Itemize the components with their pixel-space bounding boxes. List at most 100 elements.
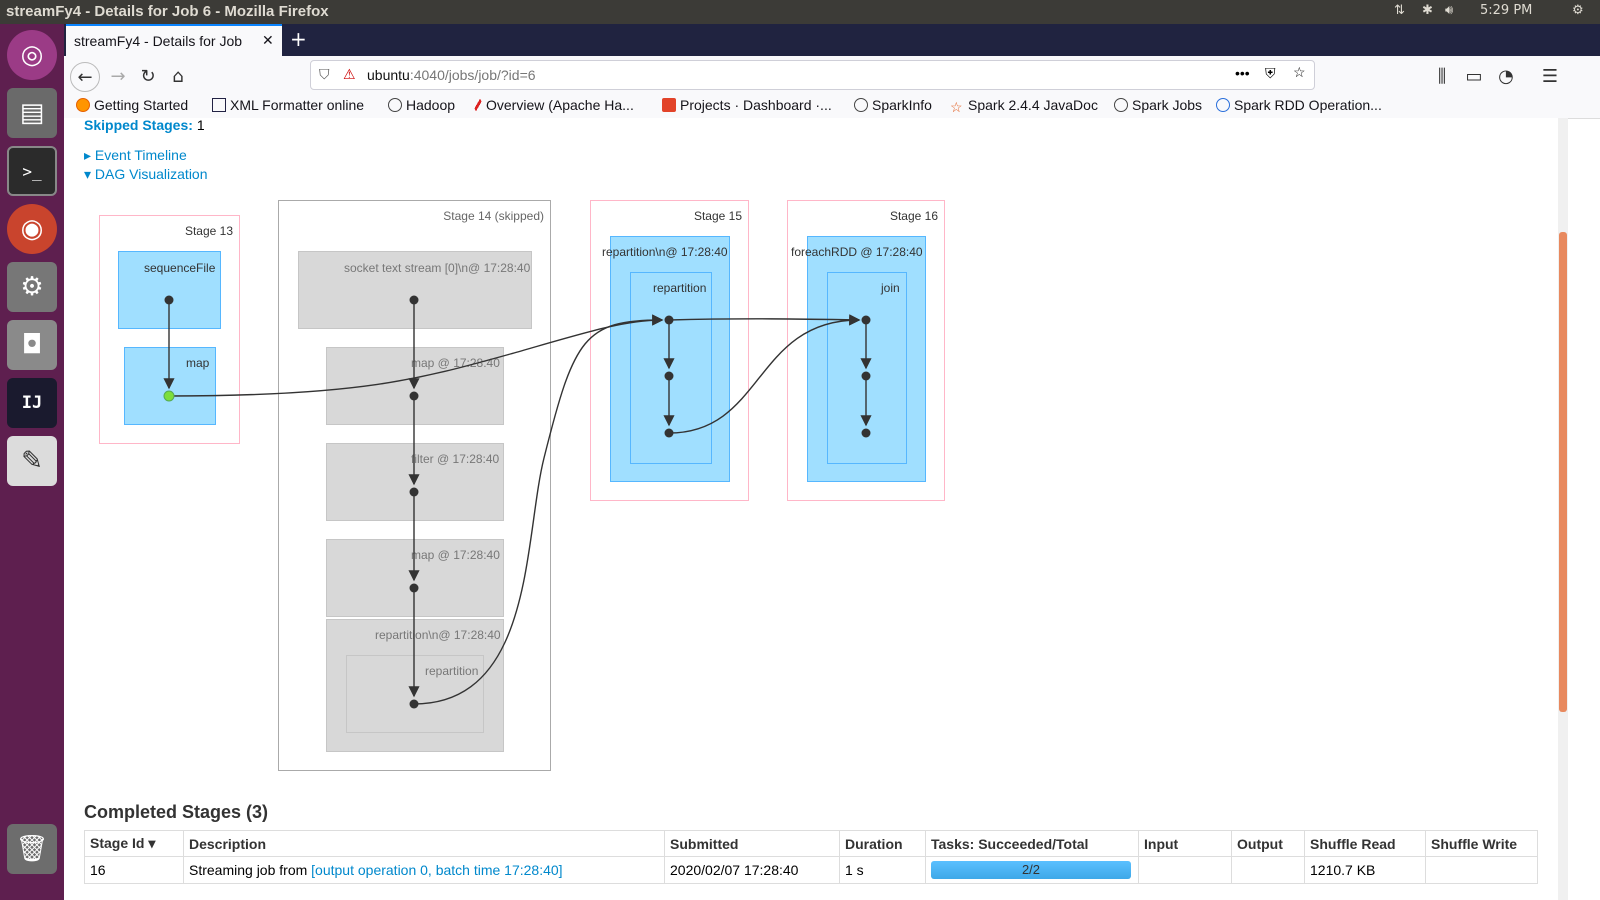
node-dot-selected (163, 390, 175, 402)
node-dot (664, 371, 674, 381)
col-duration[interactable]: Duration (839, 830, 926, 857)
stage-id-cell: 16 (84, 856, 184, 884)
col-input[interactable]: Input (1138, 830, 1232, 857)
library-icon[interactable]: ⫼ (1428, 62, 1456, 90)
node-dot (409, 583, 419, 593)
bookmark-item[interactable]: Getting Started (76, 97, 188, 113)
new-tab-icon[interactable]: + (290, 27, 307, 51)
edge (168, 314, 664, 397)
output-cell (1231, 856, 1305, 884)
ubuntu-icon[interactable]: ◎ (7, 30, 57, 80)
completed-stages-heading[interactable]: Completed Stages (3) (84, 802, 268, 823)
page-content: Skipped Stages: 1 ▸ Event Timeline ▾ DAG… (64, 117, 1558, 900)
intellij-icon[interactable]: IJ (7, 378, 57, 428)
node-dot (861, 428, 871, 438)
description-link[interactable]: [output operation 0, batch time 17:28:40… (311, 862, 562, 878)
submitted-cell: 2020/02/07 17:28:40 (664, 856, 840, 884)
dag-visualization: Stage 13 sequenceFile map Stage 14 (skip… (64, 118, 1064, 798)
tab-title: streamFy4 - Details for Job (74, 33, 243, 49)
url-host: ubuntu (367, 67, 410, 83)
volume-icon[interactable]: 🔊︎ (1445, 3, 1453, 18)
feather-icon (474, 98, 482, 112)
node-dot (409, 391, 419, 401)
tab-active[interactable]: streamFy4 - Details for Job ✕ (66, 24, 282, 56)
edge (668, 314, 861, 326)
node-dot (664, 428, 674, 438)
tasks-cell: 2/2 (925, 856, 1139, 884)
back-icon[interactable]: ← (70, 62, 100, 92)
col-description[interactable]: Description (183, 830, 665, 857)
network-icon[interactable]: ⇅ (1394, 3, 1405, 18)
bookmark-item[interactable]: Spark Jobs (1114, 97, 1202, 113)
globe-icon (1114, 98, 1128, 112)
page-scroll-thumb[interactable] (1559, 232, 1567, 712)
shuffle-write-cell (1425, 856, 1538, 884)
navigation-bar: ← → ↻ ⌂ ⛉ ⚠ ubuntu:4040/jobs/job/?id=6 •… (64, 56, 1600, 96)
node-dot (861, 371, 871, 381)
col-submitted[interactable]: Submitted (664, 830, 840, 857)
url-path: :4040/jobs/job/?id=6 (409, 67, 536, 83)
bookmark-item[interactable]: Overview (Apache Ha... (474, 97, 634, 113)
bookmark-item[interactable]: ☆ Spark 2.4.4 JavaDoc (950, 97, 1098, 115)
account-icon[interactable]: ◔ (1492, 62, 1520, 90)
bookmark-item[interactable]: XML Formatter online (212, 97, 364, 113)
page-actions-icon[interactable]: ••• (1235, 65, 1250, 81)
settings-icon[interactable]: ⚙ (7, 262, 57, 312)
gitlab-icon (662, 98, 676, 112)
files-icon[interactable]: ▤ (7, 88, 57, 138)
window-title: streamFy4 - Details for Job 6 - Mozilla … (6, 3, 329, 20)
bookmark-item[interactable]: Hadoop (388, 97, 455, 113)
menu-icon[interactable]: ☰ (1536, 62, 1564, 90)
globe-icon (854, 98, 868, 112)
input-cell (1138, 856, 1232, 884)
home-icon[interactable]: ⌂ (164, 62, 192, 90)
description-cell: Streaming job from [output operation 0, … (183, 856, 665, 884)
node-dot (409, 699, 419, 709)
firefox-icon (76, 98, 90, 112)
forward-icon[interactable]: → (104, 62, 132, 90)
power-icon[interactable]: ⚙ (1572, 3, 1584, 18)
sidebar-icon[interactable]: ▭ (1460, 62, 1488, 90)
node-dot (861, 315, 871, 325)
close-tab-icon[interactable]: ✕ (262, 32, 274, 49)
refresh-icon (1216, 98, 1230, 112)
shuffle-read-cell: 1210.7 KB (1304, 856, 1426, 884)
tasks-progress-label: 2/2 (1021, 862, 1041, 877)
camera-icon[interactable]: ◘ (7, 320, 57, 370)
bookmark-item[interactable]: Projects · Dashboard ·... (662, 97, 832, 113)
col-stage-id[interactable]: Stage Id ▾ (84, 830, 184, 857)
node-dot (409, 487, 419, 497)
col-tasks[interactable]: Tasks: Succeeded/Total (925, 830, 1139, 857)
shield-icon[interactable]: ⛉ (319, 66, 330, 83)
node-dot (664, 315, 674, 325)
edge (413, 314, 664, 705)
clock[interactable]: 5:29 PM (1480, 3, 1532, 18)
insecure-icon[interactable]: ⚠ (343, 66, 356, 83)
bookmark-item[interactable]: Spark RDD Operation... (1216, 97, 1382, 113)
bluetooth-icon[interactable]: ✱ (1422, 3, 1433, 18)
node-dot (409, 295, 419, 305)
edge (668, 314, 861, 434)
terminal-icon[interactable]: >_ (7, 146, 57, 196)
globe-icon (388, 98, 402, 112)
completed-stages-table: Stage Id ▾ Description Submitted Duratio… (84, 830, 1538, 884)
bookmark-star-icon[interactable]: ☆ (1293, 64, 1306, 81)
launcher: ◎ ▤ >_ ◉ ⚙ ◘ IJ ✎ 🗑︎ (0, 24, 64, 900)
spark-icon: ☆ (950, 99, 963, 115)
reload-icon[interactable]: ↻ (134, 62, 162, 90)
text-editor-icon[interactable]: ✎ (7, 436, 57, 486)
node-dot (164, 295, 174, 305)
tasks-progress-bar: 2/2 (931, 861, 1131, 879)
pocket-icon[interactable]: ⛨ (1265, 65, 1276, 82)
trash-icon[interactable]: 🗑︎ (7, 824, 57, 874)
url-bar[interactable]: ⛉ ⚠ ubuntu:4040/jobs/job/?id=6 ••• ⛨ ☆ (310, 60, 1315, 90)
tab-strip: streamFy4 - Details for Job ✕ + (64, 24, 1600, 56)
bookmark-item[interactable]: SparkInfo (854, 97, 932, 113)
col-output[interactable]: Output (1231, 830, 1305, 857)
system-top-bar: streamFy4 - Details for Job 6 - Mozilla … (0, 0, 1600, 24)
col-shuffle-write[interactable]: Shuffle Write (1425, 830, 1538, 857)
col-shuffle-read[interactable]: Shuffle Read (1304, 830, 1426, 857)
duration-cell: 1 s (839, 856, 926, 884)
firefox-icon[interactable]: ◉ (7, 204, 57, 254)
table-row: 16 Streaming job from [output operation … (84, 856, 1538, 884)
